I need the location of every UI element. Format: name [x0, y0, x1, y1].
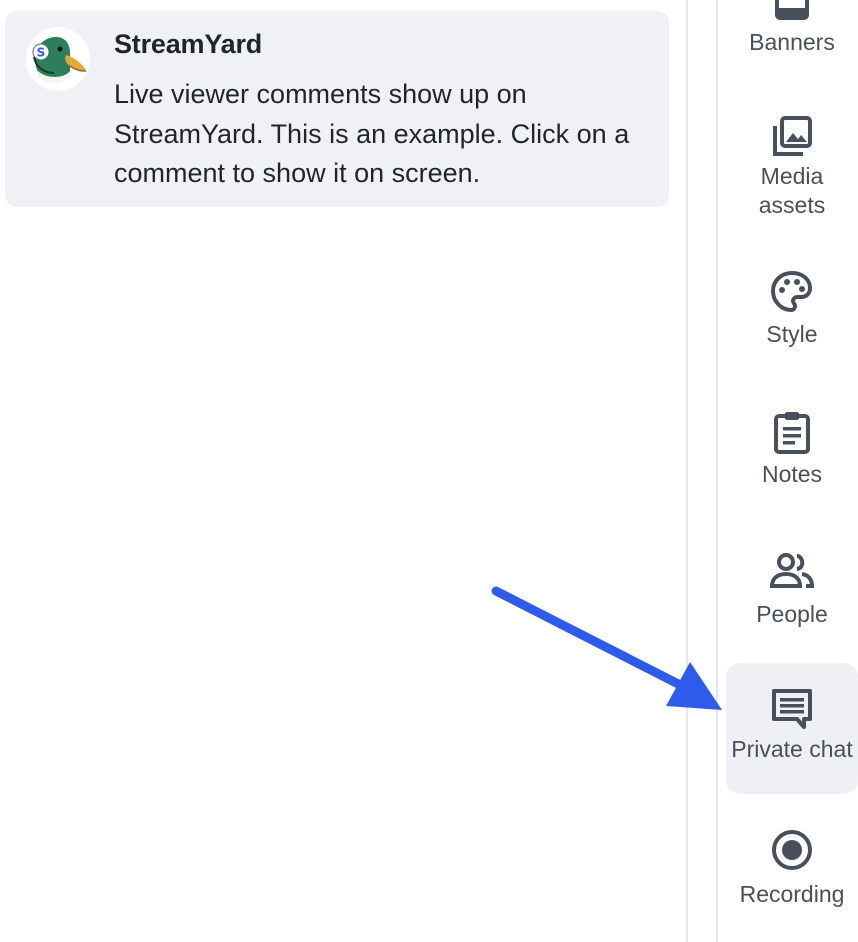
comment-text: Live viewer comments show up on StreamYa…	[114, 79, 630, 188]
sidebar-item-label: People	[756, 601, 828, 627]
sidebar-item-notes[interactable]: Notes	[726, 410, 858, 500]
chat-icon	[772, 689, 812, 729]
duck-avatar: S	[26, 27, 90, 91]
banner-icon	[775, 0, 809, 20]
clipboard-icon	[774, 412, 810, 454]
studio-sidebar: Banners Media assets Style Notes People …	[718, 0, 858, 942]
comment-card[interactable]: S StreamYard Live viewer comments show u…	[5, 11, 669, 207]
panel-divider[interactable]	[686, 0, 688, 942]
people-icon	[770, 553, 814, 588]
svg-text:S: S	[37, 46, 46, 60]
sidebar-item-label: Media assets	[758, 163, 826, 218]
sidebar-item-style[interactable]: Style	[726, 270, 858, 360]
studio-page: S StreamYard Live viewer comments show u…	[0, 0, 858, 942]
sidebar-item-media-assets[interactable]: Media assets	[726, 114, 858, 234]
comment-author: StreamYard	[114, 29, 263, 59]
sidebar-item-people[interactable]: People	[726, 552, 858, 642]
sidebar-item-label: Notes	[761, 461, 823, 487]
sidebar-item-label: Banners	[749, 29, 835, 55]
palette-icon	[770, 270, 813, 313]
media-assets-icon	[773, 116, 812, 156]
sidebar-item-label: Private chat	[731, 736, 853, 762]
sidebar-item-private-chat[interactable]: Private chat	[726, 663, 858, 794]
comments-panel: S StreamYard Live viewer comments show u…	[0, 0, 686, 942]
sidebar-item-recording[interactable]: Recording	[726, 828, 858, 928]
record-icon	[772, 830, 812, 870]
sidebar-item-label: Recording	[739, 881, 845, 907]
sidebar-item-label: Style	[766, 321, 818, 347]
sidebar-item-banners[interactable]: Banners	[726, 0, 858, 82]
